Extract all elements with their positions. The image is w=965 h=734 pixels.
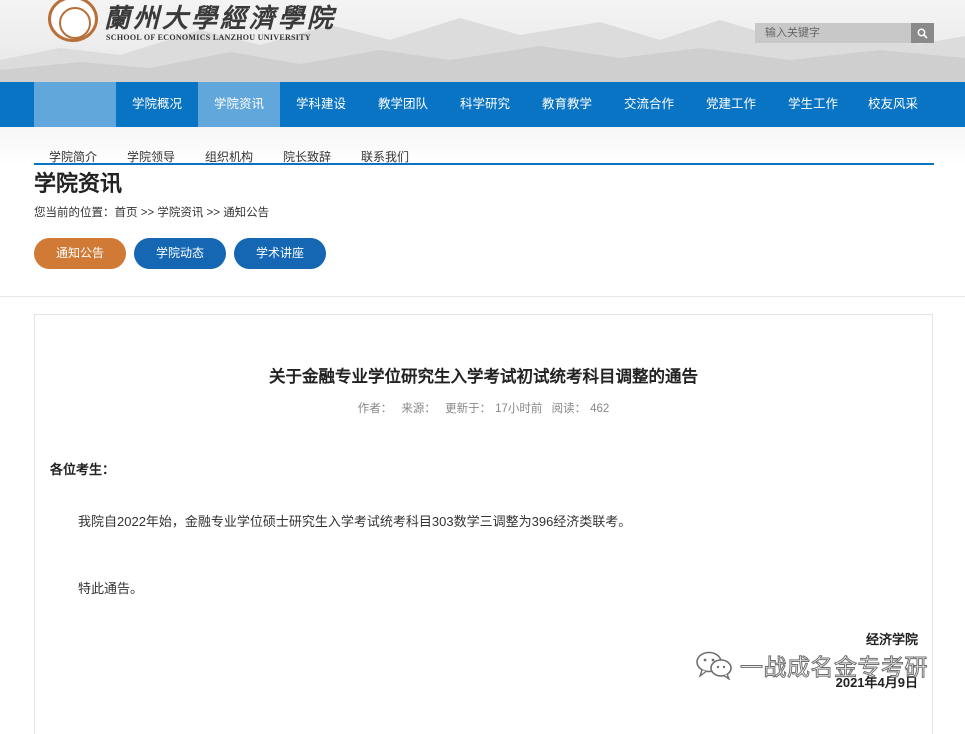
- meta-updated-value: 17小时前: [495, 403, 543, 415]
- nav-item-party[interactable]: 党建工作: [690, 82, 772, 127]
- tab-notices[interactable]: 通知公告: [34, 238, 126, 269]
- tab-lectures[interactable]: 学术讲座: [234, 238, 326, 269]
- logo-title-cn[interactable]: 蘭州大學經濟學院: [104, 0, 336, 35]
- search-icon: [917, 28, 928, 39]
- main-nav: 学院概况 学院资讯 学科建设 教学团队 科学研究 教育教学 交流合作 党建工作 …: [0, 82, 965, 127]
- logo-title-en[interactable]: SCHOOL OF ECONOMICS LANZHOU UNIVERSITY: [106, 33, 311, 42]
- search-button[interactable]: [911, 23, 934, 43]
- section-divider-line: [34, 163, 934, 165]
- breadcrumb-separator: >>: [140, 207, 155, 219]
- tab-news[interactable]: 学院动态: [134, 238, 226, 269]
- article-signature: 经济学院: [865, 632, 918, 647]
- breadcrumb-notices[interactable]: 通知公告: [223, 207, 269, 219]
- watermark-text: 一战成名金专考研: [740, 654, 929, 681]
- meta-views-value: 462: [590, 403, 610, 415]
- article-paragraph: 我院自2022年始，金融专业学位硕士研究生入学考试统考科目303数学三调整为39…: [78, 514, 632, 529]
- breadcrumb: 您当前的位置：首页 >> 学院资讯 >> 通知公告: [34, 204, 269, 220]
- article-meta: 作者： 来源： 更新于： 17小时前 阅读： 462: [34, 400, 933, 416]
- article-salutation: 各位考生：: [50, 462, 116, 477]
- nav-item-about[interactable]: 学院概况: [116, 82, 198, 127]
- nav-item-faculty[interactable]: 教学团队: [362, 82, 444, 127]
- wechat-icon: [696, 651, 732, 680]
- nav-item-research[interactable]: 科学研究: [444, 82, 526, 127]
- search-input[interactable]: [755, 23, 911, 43]
- nav-item-news[interactable]: 学院资讯: [198, 82, 280, 127]
- nav-item-disciplines[interactable]: 学科建设: [280, 82, 362, 127]
- nav-item-alumni[interactable]: 校友风采: [854, 82, 932, 127]
- breadcrumb-separator: >>: [206, 207, 220, 219]
- wechat-watermark: 一战成名金专考研: [694, 648, 928, 682]
- nav-home-block[interactable]: [34, 82, 116, 127]
- meta-views-label: 阅读：: [551, 403, 587, 415]
- site-header: 蘭州大學經濟學院 SCHOOL OF ECONOMICS LANZHOU UNI…: [0, 0, 965, 82]
- breadcrumb-label: 您当前的位置：: [34, 207, 115, 219]
- content-divider: [0, 296, 965, 297]
- meta-source-label: 来源：: [401, 403, 436, 415]
- meta-updated-label: 更新于：: [445, 403, 492, 415]
- breadcrumb-news[interactable]: 学院资讯: [157, 207, 203, 219]
- page-title: 学院资讯: [34, 171, 123, 196]
- article-paragraph: 特此通告。: [78, 581, 144, 596]
- breadcrumb-home[interactable]: 首页: [115, 207, 138, 219]
- article-title: 关于金融专业学位研究生入学考试初试统考科目调整的通告: [269, 368, 698, 386]
- nav-item-exchange[interactable]: 交流合作: [608, 82, 690, 127]
- meta-author-label: 作者：: [357, 403, 393, 415]
- nav-item-students[interactable]: 学生工作: [772, 82, 854, 127]
- nav-item-education[interactable]: 教育教学: [526, 82, 608, 127]
